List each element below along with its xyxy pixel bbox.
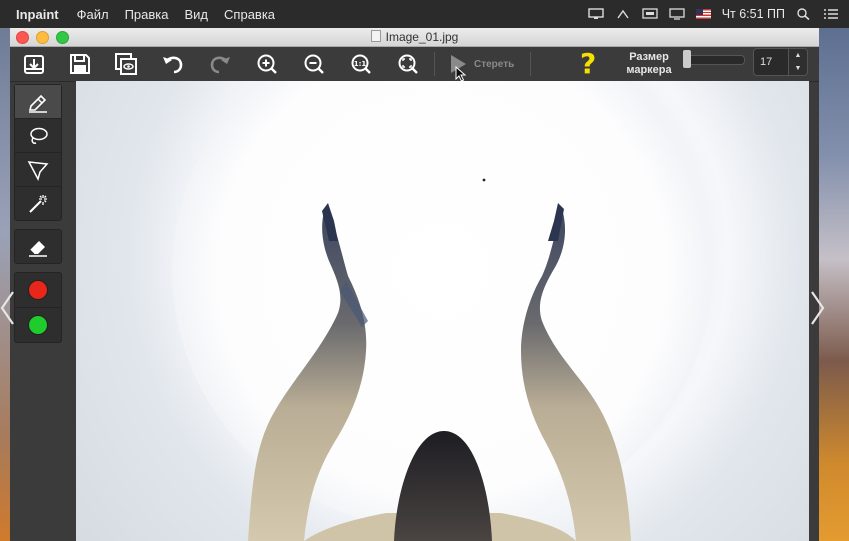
window-controls (16, 31, 69, 44)
toolbar-separator (530, 52, 531, 76)
pencil-icon (28, 94, 47, 113)
actual-size-button[interactable]: 1:1 (346, 50, 376, 78)
marker-size-label-line1: Размер (629, 51, 669, 63)
polygon-lasso-icon (27, 160, 49, 181)
zoom-in-button[interactable] (252, 50, 282, 78)
photo-image (248, 178, 631, 541)
tool-palette (14, 84, 62, 351)
redo-icon (210, 56, 230, 74)
eraser-icon (29, 240, 47, 257)
next-image-arrow-icon[interactable] (811, 290, 825, 326)
eraser-tool[interactable] (15, 230, 61, 263)
app-window: Image_01.jpg 1:1 Стереть ? Размер маркер… (10, 28, 819, 541)
color-tools (14, 272, 62, 343)
save-button[interactable] (65, 50, 95, 78)
close-button[interactable] (16, 31, 29, 44)
open-file-icon (24, 55, 44, 74)
document-icon (370, 30, 381, 42)
stepper-arrows[interactable]: ▲ ▼ (788, 48, 808, 76)
clock[interactable]: Чт 6:51 ПП (722, 7, 785, 21)
us-flag-icon[interactable] (695, 9, 711, 19)
app-menu[interactable]: Inpaint (16, 7, 59, 22)
stepper-down-icon[interactable]: ▼ (789, 62, 807, 75)
screen-mirror-icon[interactable] (642, 8, 658, 20)
marker-size-label-line2: маркера (626, 64, 672, 76)
search-icon[interactable] (796, 8, 812, 20)
title-bar[interactable]: Image_01.jpg (10, 28, 819, 47)
selection-tools (14, 84, 62, 221)
preview-button[interactable] (111, 50, 141, 78)
image-canvas[interactable] (76, 81, 809, 541)
lasso-icon (30, 127, 48, 144)
zoom-button[interactable] (56, 31, 69, 44)
marker-size-stepper[interactable]: 17 ▲ ▼ (753, 48, 808, 76)
zoom-actual-size-icon: 1:1 (351, 54, 371, 74)
fit-button[interactable] (393, 50, 423, 78)
red-color-swatch (28, 280, 48, 300)
marker-size-slider-track[interactable] (687, 55, 745, 65)
list-icon[interactable] (823, 8, 839, 20)
menu-edit[interactable]: Правка (125, 7, 169, 22)
cursor-arrow-icon (455, 66, 467, 82)
marker-size-label: Размер маркера (619, 51, 679, 77)
previous-image-arrow-icon[interactable] (0, 290, 14, 326)
zoom-in-icon (257, 54, 277, 74)
magic-wand-tool[interactable] (15, 187, 61, 220)
open-button[interactable] (19, 50, 49, 78)
status-area: Чт 6:51 ПП (587, 7, 839, 21)
toolbar-separator (434, 52, 435, 76)
desktop-right-edge (819, 28, 849, 541)
redo-button[interactable] (205, 50, 235, 78)
zoom-out-icon (304, 54, 324, 74)
zoom-fit-icon (398, 54, 418, 74)
red-marker-color[interactable] (15, 273, 61, 308)
undo-icon (163, 56, 183, 74)
zoom-out-button[interactable] (299, 50, 329, 78)
svg-text:1:1: 1:1 (354, 60, 367, 68)
menu-bar: Inpaint Файл Правка Вид Справка Чт 6:51 … (0, 0, 849, 28)
polygon-lasso-tool[interactable] (15, 153, 61, 187)
marker-size-field[interactable]: 17 (753, 48, 789, 76)
window-title: Image_01.jpg (385, 30, 459, 44)
green-color-swatch (28, 315, 48, 335)
menu-file[interactable]: Файл (77, 7, 109, 22)
magic-wand-icon (29, 194, 47, 213)
marker-tool[interactable] (15, 85, 61, 119)
green-marker-color[interactable] (15, 308, 61, 342)
save-icon (70, 54, 90, 74)
help-button[interactable]: ? (580, 47, 596, 80)
lasso-tool[interactable] (15, 119, 61, 153)
layers-eye-icon (115, 53, 137, 75)
monitor-icon[interactable] (669, 8, 685, 20)
erase-label[interactable]: Стереть (474, 59, 514, 70)
stepper-up-icon[interactable]: ▲ (789, 49, 807, 62)
minimize-button[interactable] (36, 31, 49, 44)
airplay-icon[interactable] (615, 8, 631, 20)
marker-size-slider-thumb[interactable] (683, 50, 691, 68)
menu-help[interactable]: Справка (224, 7, 275, 22)
display-icon[interactable] (587, 8, 604, 20)
menu-view[interactable]: Вид (185, 7, 209, 22)
undo-button[interactable] (158, 50, 188, 78)
eraser-tools (14, 229, 62, 264)
